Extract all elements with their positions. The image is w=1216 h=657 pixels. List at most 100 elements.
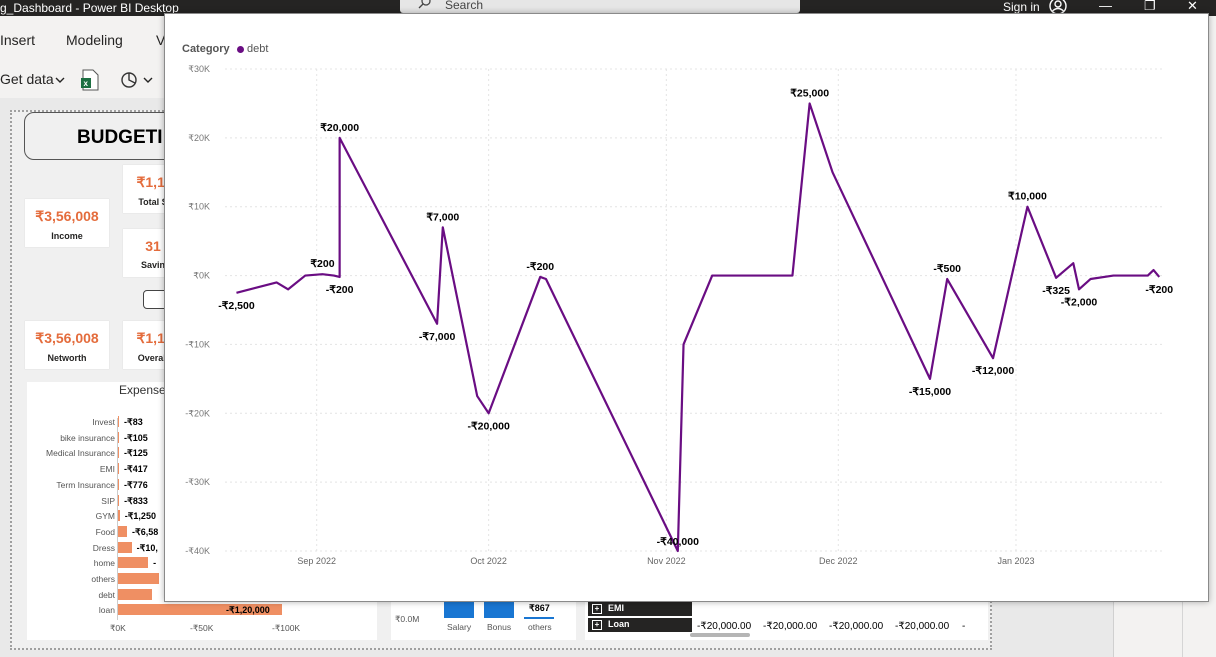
y-tick: -₹40K — [185, 546, 210, 556]
category-label: Term Insurance — [56, 479, 115, 490]
expense-bar[interactable] — [118, 478, 120, 490]
matrix-cell: -₹20,000.00 — [763, 621, 818, 632]
data-source-icon[interactable] — [120, 71, 138, 89]
y-tick: -₹10K — [185, 339, 210, 349]
get-data-button[interactable]: Get data — [0, 71, 54, 87]
data-label: ₹867 — [529, 603, 550, 613]
y-tick: -₹30K — [185, 477, 210, 487]
chevron-down-icon[interactable] — [143, 76, 153, 84]
restore-button[interactable]: ❐ — [1144, 0, 1156, 14]
y-tick: ₹20K — [188, 133, 210, 143]
x-tick: Salary — [447, 622, 472, 632]
card-label: Income — [51, 231, 83, 241]
excel-icon[interactable]: x — [80, 69, 100, 91]
category-label: Invest — [92, 417, 115, 427]
bar-others[interactable] — [524, 617, 554, 619]
data-label: ₹25,000 — [790, 87, 829, 99]
expense-chart-title: Expense — [119, 383, 166, 397]
data-label: -₹500 — [933, 263, 961, 275]
expense-bar[interactable] — [118, 557, 149, 569]
tab-modeling[interactable]: Modeling — [66, 32, 123, 48]
category-label: bike insurance — [60, 432, 115, 443]
expense-bar[interactable] — [118, 431, 119, 443]
data-label: -₹833 — [124, 495, 148, 506]
expense-row[interactable]: loan -₹1,20,000 — [27, 603, 377, 616]
horizontal-scrollbar[interactable] — [690, 633, 750, 637]
expense-bar[interactable] — [118, 447, 119, 459]
matrix-row-emi[interactable]: + EMI — [588, 602, 692, 616]
y-tick: ₹30K — [188, 64, 210, 74]
data-label: -₹12,000 — [972, 365, 1014, 377]
minimize-button[interactable]: — — [1099, 0, 1112, 13]
data-label: ₹10,000 — [1008, 191, 1047, 203]
expense-bar[interactable] — [118, 525, 127, 537]
expense-bar[interactable] — [118, 416, 119, 427]
data-label: -₹2,500 — [218, 300, 255, 312]
data-label: -₹1,20,000 — [226, 605, 270, 616]
row-label: EMI — [608, 603, 625, 613]
y-tick: ₹10K — [188, 202, 210, 212]
series-line-debt — [236, 102, 1161, 553]
x-tick: Jan 2023 — [997, 556, 1034, 566]
y-tick: -₹20K — [185, 408, 210, 418]
category-label: home — [93, 558, 115, 569]
category-label: Dress — [92, 542, 115, 553]
matrix-cell: -₹20,000.00 — [697, 621, 752, 632]
x-tick: Oct 2022 — [470, 556, 507, 566]
expense-bar[interactable] — [118, 541, 132, 553]
data-label: -₹10, — [136, 542, 158, 553]
income-card[interactable]: ₹3,56,008 Income — [25, 199, 109, 247]
data-label: -₹7,000 — [419, 331, 456, 343]
x-tick: -₹50K — [190, 623, 214, 633]
card-label: Networth — [47, 353, 87, 363]
search-placeholder: Search — [445, 0, 484, 12]
x-tick: Sep 2022 — [297, 556, 336, 566]
data-label: ₹20,000 — [320, 122, 359, 134]
bar-bonus[interactable] — [484, 600, 514, 618]
data-label: ₹7,000 — [426, 211, 459, 223]
tab-insert[interactable]: Insert — [0, 32, 35, 48]
income-mini-chart[interactable]: ₹0.0M ₹867 Salary Bonus others — [391, 600, 576, 640]
category-label: Food — [95, 526, 115, 537]
matrix-row-loan[interactable]: + Loan — [588, 618, 692, 632]
data-label: -₹20,000 — [468, 420, 510, 432]
data-label: - — [153, 558, 157, 569]
expand-icon[interactable]: + — [592, 604, 602, 614]
x-tick: Dec 2022 — [819, 556, 858, 566]
data-label: -₹1,250 — [124, 511, 156, 522]
x-tick: -₹100K — [272, 623, 301, 633]
search-box[interactable]: Search — [400, 0, 800, 13]
data-label: -₹776 — [124, 479, 148, 490]
debt-matrix[interactable]: + EMI + Loan -₹20,000.00 -₹20,000.00 -₹20,… — [585, 600, 988, 640]
card-value: ₹3,56,008 — [35, 330, 99, 346]
matrix-cell: - — [962, 621, 966, 632]
data-label: -₹417 — [124, 464, 148, 475]
focus-mode-line-chart[interactable]: Category debt ₹30K ₹20K ₹10K ₹0K -₹10K -₹20K -… — [164, 13, 1209, 602]
data-label: -₹40,000 — [657, 536, 699, 548]
expense-bar[interactable] — [118, 573, 159, 584]
chevron-down-icon[interactable] — [55, 76, 65, 84]
category-label: GYM — [95, 511, 115, 522]
expense-bar[interactable] — [118, 463, 119, 475]
line-chart-svg: ₹30K ₹20K ₹10K ₹0K -₹10K -₹20K -₹30K -₹40K Sep 2… — [185, 64, 1173, 566]
sign-in-link[interactable]: Sign in — [1003, 0, 1040, 14]
y-tick: ₹0.0M — [395, 614, 420, 624]
data-label: -₹83 — [124, 417, 143, 427]
bar-salary[interactable] — [444, 600, 474, 618]
data-label: -₹200 — [326, 284, 354, 296]
x-tick: ₹0K — [110, 623, 126, 633]
category-label: EMI — [99, 464, 115, 475]
expense-bar[interactable] — [118, 494, 120, 506]
data-label: -₹15,000 — [909, 386, 951, 398]
expense-bar[interactable] — [118, 510, 120, 522]
y-tick: ₹0K — [193, 271, 210, 281]
expense-bar[interactable] — [118, 588, 153, 600]
x-tick: others — [528, 622, 552, 632]
report-title-box: BUDGETI — [24, 112, 186, 160]
close-button[interactable]: ✕ — [1187, 0, 1198, 14]
x-tick: Bonus — [487, 622, 512, 632]
expand-icon[interactable]: + — [592, 620, 602, 630]
category-label: loan — [98, 605, 115, 616]
data-label: ₹200 — [310, 258, 334, 270]
networth-card[interactable]: ₹3,56,008 Networth — [25, 321, 109, 369]
